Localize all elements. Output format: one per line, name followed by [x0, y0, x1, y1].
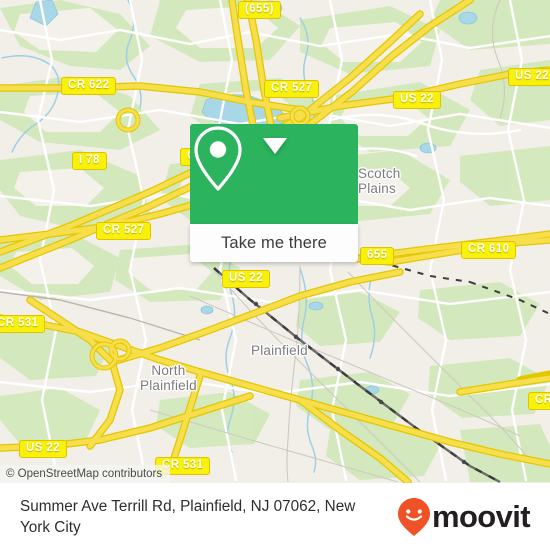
map-canvas[interactable]: Scotch Plains Plainfield North Plainfiel… [0, 0, 550, 483]
road-shield: US 22 [393, 91, 441, 109]
callout-pointer-tail [263, 138, 287, 154]
moovit-brand: moovit [397, 497, 550, 537]
road-shield: CR 622 [61, 77, 117, 95]
moovit-smiling-pin-logo [397, 497, 430, 536]
road-shield: US 22 [222, 270, 270, 288]
road-shield: US 22 [19, 440, 67, 458]
road-shield: CR [528, 392, 550, 410]
moovit-map-screenshot: Scotch Plains Plainfield North Plainfiel… [0, 0, 550, 550]
osm-attribution[interactable]: © OpenStreetMap contributors [0, 465, 171, 483]
road-shield: CR 531 [0, 315, 46, 333]
moovit-wordmark: moovit [431, 499, 531, 534]
take-me-there-button[interactable]: Take me there [190, 224, 358, 262]
map-pin-icon [194, 126, 242, 191]
road-shield: (655) [238, 1, 281, 19]
road-shield: I 78 [72, 152, 107, 170]
address-text: Summer Ave Terrill Rd, Plainfield, NJ 07… [20, 497, 356, 536]
road-shield: 655 [360, 247, 395, 265]
road-shield: CR 610 [461, 241, 517, 259]
footer-bar: Summer Ave Terrill Rd, Plainfield, NJ 07… [0, 483, 550, 550]
take-me-there-label: Take me there [221, 233, 327, 252]
road-shield: CR 527 [96, 222, 152, 240]
road-shield: CR 527 [264, 80, 320, 98]
road-shield: US 22 [508, 68, 550, 86]
